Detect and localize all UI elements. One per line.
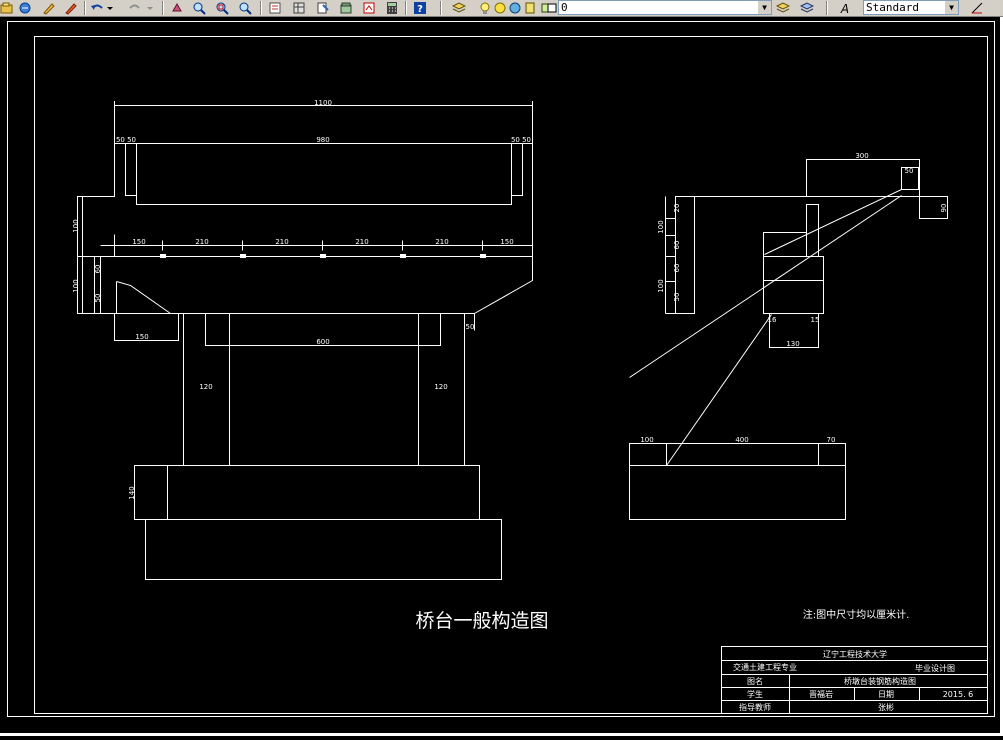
match-icon[interactable] [64, 1, 78, 15]
dim-left-v3: 100 [72, 279, 80, 292]
open-icon[interactable] [0, 1, 14, 15]
layer-color-icon[interactable] [523, 1, 537, 15]
dim-footing-height: 140 [128, 486, 136, 499]
front-dim-labels: 1100 980 50 50 50 50 150 210 210 210 210… [72, 99, 531, 500]
layer-select[interactable]: 0 ▼ [558, 0, 772, 15]
dim-bearing-4: 210 [355, 238, 368, 246]
layer-swatch-icon [547, 1, 557, 15]
undo-icon[interactable] [90, 1, 104, 15]
dim-bearing-3: 210 [275, 238, 288, 246]
drawing-canvas[interactable]: 1100 980 50 50 50 50 150 210 210 210 210… [0, 17, 1003, 736]
text-style-select[interactable]: Standard ▼ [863, 0, 959, 15]
dim-side-mid-width: 130 [786, 340, 799, 348]
markup-icon[interactable] [362, 1, 376, 15]
dim-column-left: 120 [199, 383, 212, 391]
tb-label-advisor: 指导教师 [739, 702, 771, 712]
layer-on-icon[interactable] [478, 1, 492, 15]
tool-palette-icon[interactable] [316, 1, 330, 15]
dim-left-v4: 50 [94, 294, 102, 303]
tb-label-student: 学生 [747, 689, 763, 699]
svg-text:?: ? [417, 4, 423, 15]
dim-side-small-right: 15 [811, 316, 820, 324]
dim-right-small: 50 50 [511, 136, 531, 144]
dim-bottom-right: 50 [466, 323, 475, 331]
tb-university: 辽宁工程技术大学 [823, 649, 887, 659]
dim-side-v6: 50 [673, 293, 681, 302]
dim-side-small-left: 16 [768, 316, 777, 324]
dim-column-spacing: 600 [316, 338, 329, 346]
zoom-previous-icon[interactable] [238, 1, 252, 15]
layer-lock-icon[interactable] [508, 1, 522, 15]
chevron-down-icon[interactable]: ▼ [945, 1, 958, 14]
tb-drawing-name: 桥墩台装钢筋构造图 [844, 676, 916, 686]
pan-icon[interactable] [170, 1, 184, 15]
dim-side-v2: 100 [657, 220, 665, 233]
dim-side-top-right: 50 [905, 167, 914, 175]
text-style-icon[interactable]: A [838, 1, 852, 15]
make-layer-current-icon[interactable] [776, 1, 790, 15]
layer-previous-icon[interactable] [800, 1, 814, 15]
chevron-down-icon[interactable]: ▼ [758, 1, 771, 14]
drawing-main-title: 桥台一般构造图 [415, 610, 548, 632]
calculator-icon[interactable] [385, 1, 399, 15]
redo-dropdown-icon[interactable] [146, 1, 154, 15]
dim-side-v4: 60 [673, 264, 681, 273]
dim-left-v1: 100 [72, 219, 80, 232]
dim-left-small: 50 50 [116, 136, 136, 144]
dim-side-v1: 20 [673, 204, 681, 213]
drawing-note: 注:图中尺寸均以厘米计. [803, 608, 910, 621]
tb-advisor-name: 张彬 [878, 702, 894, 712]
svg-text:A: A [840, 2, 849, 15]
dim-left-v2: 60 [94, 265, 102, 274]
sheet-set-icon[interactable] [339, 1, 353, 15]
dim-column-right: 120 [434, 383, 447, 391]
tb-label-date: 日期 [878, 690, 894, 699]
dim-side-footing-right: 70 [827, 436, 836, 444]
tb-date-value: 2015. 6 [943, 690, 974, 699]
dim-total-width: 1100 [314, 99, 332, 107]
dim-bearing-5: 210 [435, 238, 448, 246]
dim-bearing-6: 150 [500, 238, 513, 246]
brush-icon[interactable] [42, 1, 56, 15]
tb-student-name: 晋福岩 [809, 689, 833, 699]
tb-major: 交通土建工程专业 [733, 662, 797, 672]
properties-icon[interactable] [268, 1, 282, 15]
layer-freeze-icon[interactable] [493, 1, 507, 15]
redo-icon[interactable] [128, 1, 142, 15]
dim-bottom-left: 150 [135, 333, 148, 341]
zoom-window-icon[interactable] [215, 1, 229, 15]
title-block-text: 辽宁工程技术大学 交通土建工程专业 毕业设计图 图名 桥墩台装钢筋构造图 学生 … [733, 649, 973, 712]
undo-dropdown-icon[interactable] [106, 1, 114, 15]
dim-side-v5: 100 [657, 279, 665, 292]
help-icon[interactable]: ? [413, 1, 427, 15]
standard-toolbar: ? 0 ▼ A Standard ▼ [0, 0, 1003, 17]
tb-design-type: 毕业设计图 [915, 663, 955, 673]
dim-side-right: 90 [940, 204, 948, 213]
side-dim-labels: 300 50 90 20 100 60 60 100 50 16 15 130 … [640, 152, 948, 444]
drawing-svg: 1100 980 50 50 50 50 150 210 210 210 210… [7, 21, 995, 717]
dim-style-icon[interactable] [970, 1, 984, 15]
dim-inner-width: 980 [316, 136, 329, 144]
layer-manager-icon[interactable] [452, 1, 466, 15]
dim-bearing-2: 210 [195, 238, 208, 246]
text-style-value: Standard [866, 1, 919, 14]
dim-side-top-width: 300 [855, 152, 868, 160]
design-center-icon[interactable] [292, 1, 306, 15]
pen-icon[interactable] [18, 1, 32, 15]
zoom-realtime-icon[interactable] [192, 1, 206, 15]
dim-bearing-1: 150 [132, 238, 145, 246]
layer-select-value: 0 [561, 1, 568, 14]
dim-side-footing-left: 100 [640, 436, 653, 444]
tb-label-drawing-name: 图名 [747, 676, 763, 686]
dim-side-v3: 60 [673, 241, 681, 250]
dim-side-footing-mid: 400 [735, 436, 748, 444]
